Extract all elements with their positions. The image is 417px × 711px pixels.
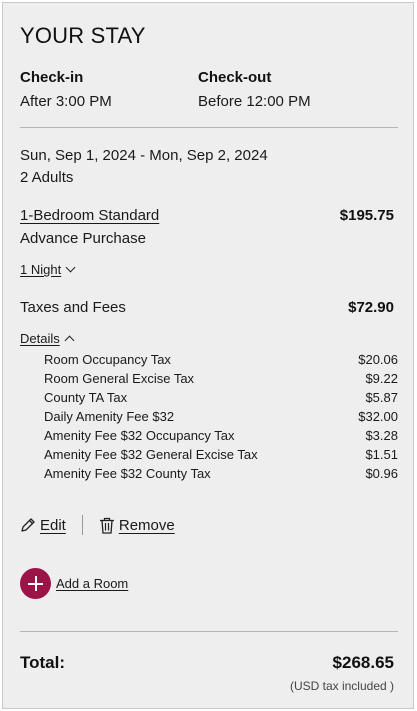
divider-bottom bbox=[20, 631, 398, 632]
fee-name: Amenity Fee $32 General Excise Tax bbox=[44, 447, 258, 462]
add-room-button[interactable]: Add a Room bbox=[20, 568, 128, 599]
taxes-amount: $72.90 bbox=[348, 299, 394, 316]
divider-top bbox=[20, 127, 398, 128]
taxes-label: Taxes and Fees bbox=[20, 299, 126, 316]
fee-row: Amenity Fee $32 County Tax $0.96 bbox=[44, 464, 398, 483]
fee-amount: $9.22 bbox=[365, 371, 398, 386]
tax-note: (USD tax included ) bbox=[289, 679, 394, 693]
fee-name: Room General Excise Tax bbox=[44, 371, 195, 386]
fee-row: County TA Tax $5.87 bbox=[44, 388, 398, 407]
chevron-down-icon bbox=[65, 262, 76, 273]
fee-row: Amenity Fee $32 General Excise Tax $1.51 bbox=[44, 445, 398, 464]
fee-amount: $20.06 bbox=[358, 352, 398, 367]
fee-name: Amenity Fee $32 Occupancy Tax bbox=[44, 428, 235, 443]
fee-row: Room Occupancy Tax $20.06 bbox=[44, 350, 398, 369]
fee-row: Room General Excise Tax $9.22 bbox=[44, 369, 398, 388]
fee-list: Room Occupancy Tax $20.06 Room General E… bbox=[44, 350, 398, 483]
remove-button[interactable]: Remove bbox=[99, 517, 175, 534]
action-divider bbox=[81, 515, 83, 535]
rate-plan: Advance Purchase bbox=[20, 230, 146, 247]
pencil-icon bbox=[21, 518, 35, 532]
room-actions: Edit Remove bbox=[20, 515, 175, 535]
fee-amount: $5.87 bbox=[365, 390, 398, 405]
checkout-label: Check-out bbox=[198, 69, 272, 86]
total-label: Total: bbox=[20, 653, 66, 672]
room-name-link[interactable]: 1-Bedroom Standard bbox=[20, 207, 159, 224]
remove-label: Remove bbox=[118, 516, 175, 534]
fee-name: Room Occupancy Tax bbox=[44, 352, 171, 367]
fee-amount: $3.28 bbox=[365, 428, 398, 443]
checkin-value: After 3:00 PM bbox=[20, 93, 112, 110]
details-label: Details bbox=[20, 331, 60, 346]
plus-icon bbox=[20, 568, 51, 599]
nights-label: 1 Night bbox=[20, 262, 62, 277]
fee-amount: $32.00 bbox=[358, 409, 398, 424]
your-stay-panel: YOUR STAY Check-in After 3:00 PM Check-o… bbox=[2, 2, 414, 709]
fee-amount: $0.96 bbox=[365, 466, 398, 481]
checkout-block: Check-out Before 12:00 PM bbox=[198, 69, 311, 110]
total-amount: $268.65 bbox=[332, 653, 394, 672]
checkout-value: Before 12:00 PM bbox=[198, 93, 311, 110]
panel-title: YOUR STAY bbox=[20, 23, 146, 48]
add-room-label: Add a Room bbox=[56, 576, 129, 591]
room-price: $195.75 bbox=[339, 207, 394, 224]
fee-name: County TA Tax bbox=[44, 390, 128, 405]
fee-row: Daily Amenity Fee $32 $32.00 bbox=[44, 407, 398, 426]
checkin-block: Check-in After 3:00 PM bbox=[20, 69, 112, 110]
stay-dates: Sun, Sep 1, 2024 - Mon, Sep 2, 2024 bbox=[20, 147, 268, 164]
fee-row: Amenity Fee $32 Occupancy Tax $3.28 bbox=[44, 426, 398, 445]
guest-count: 2 Adults bbox=[20, 169, 74, 186]
fee-amount: $1.51 bbox=[365, 447, 398, 462]
trash-icon bbox=[99, 517, 114, 534]
fee-name: Amenity Fee $32 County Tax bbox=[44, 466, 211, 481]
edit-button[interactable]: Edit bbox=[20, 517, 66, 534]
chevron-up-icon bbox=[64, 335, 75, 345]
checkin-label: Check-in bbox=[20, 69, 84, 86]
fee-name: Daily Amenity Fee $32 bbox=[44, 409, 175, 424]
nights-toggle[interactable]: 1 Night bbox=[20, 262, 76, 277]
details-toggle[interactable]: Details bbox=[20, 331, 75, 346]
edit-label: Edit bbox=[40, 516, 66, 534]
